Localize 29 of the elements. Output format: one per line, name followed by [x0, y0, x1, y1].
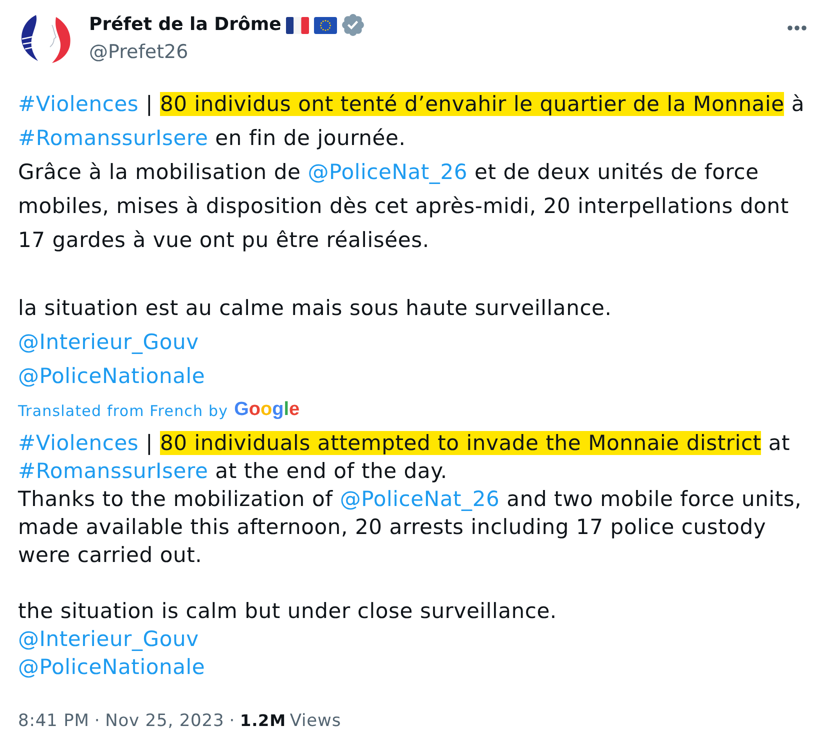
separator: · [228, 710, 236, 733]
flag-icon [286, 16, 310, 34]
mention-link[interactable]: @Interieur_Gouv [18, 330, 199, 354]
translation-note: Translated from French by [18, 401, 228, 421]
views-count: 1.2M [240, 710, 286, 732]
tweet-text: #Violences | 80 individus ont tenté d’envahir le quartier de la Monnaie à #RomanssurIsere en fin de journée. [18, 91, 806, 152]
date-link[interactable]: Nov 25, 2023 [105, 709, 224, 733]
mention-link[interactable]: @PoliceNationale [18, 364, 206, 388]
more-icon [787, 25, 807, 31]
hashtag-link[interactable]: #Violences [18, 431, 139, 455]
hashtag-link[interactable]: #RomanssurIsere [18, 126, 208, 150]
account-name[interactable]: Préfet de la Drôme [89, 13, 282, 37]
tweet-text: la situation est au calme mais sous haute surveillance. [18, 295, 613, 322]
hashtag-link[interactable]: #Violences [18, 92, 139, 116]
timestamp-link[interactable]: 8:41 PM [18, 709, 90, 733]
mention-link[interactable]: @PoliceNat_26 [340, 487, 500, 511]
mention-link[interactable]: @PoliceNationale [18, 655, 206, 679]
tweet-text: #Violences | 80 individuals attempted to invade the Monnaie district at #RomanssurIsere at the end of the day. [18, 430, 792, 485]
tweet-text: Grâce à la mobilisation de @PoliceNat_26 et de deux unités de force mobiles, mises à disposition dès cet après-midi, 20 interpellations dont 17 gardes à vue ont pu être réalisées. [18, 159, 790, 254]
hashtag-link[interactable]: #RomanssurIsere [18, 459, 208, 483]
tweet-text: the situation is calm but under close surveillance. [18, 598, 558, 625]
views-label: Views [290, 710, 342, 733]
account-handle[interactable]: @Prefet26 [89, 40, 364, 64]
tweet-text: Thanks to the mobilization of @PoliceNat_26 and two mobile force units, made available this afternoon, 20 arrests including 17 police custody were carried out. [18, 486, 803, 569]
mention-link[interactable]: @PoliceNat_26 [308, 160, 468, 184]
flag-icon [314, 16, 338, 34]
google-logo: Google [234, 399, 300, 421]
mention-link[interactable]: @Interieur_Gouv [18, 627, 199, 651]
separator: · [93, 710, 102, 733]
